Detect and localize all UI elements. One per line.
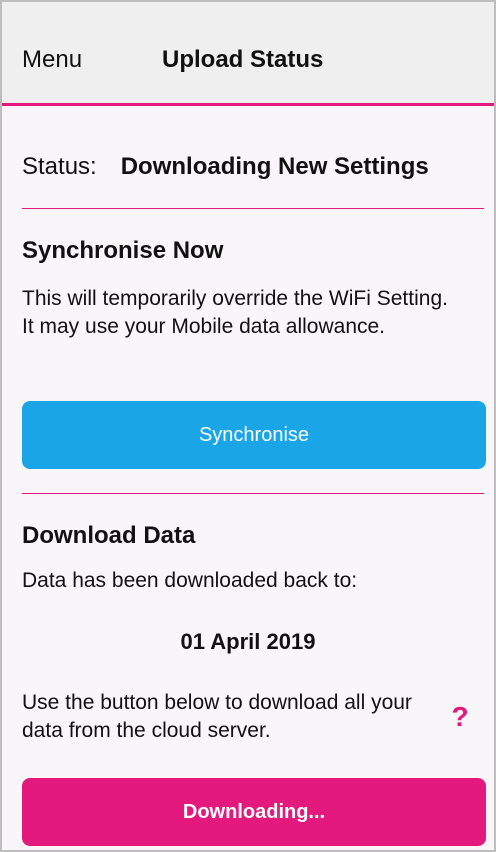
status-value: Downloading New Settings bbox=[120, 153, 429, 180]
download-section-title: Download Data bbox=[22, 522, 196, 549]
download-hint: Use the button below to download all you… bbox=[22, 691, 412, 742]
download-button[interactable]: Downloading... bbox=[22, 778, 486, 846]
navigation-bar: Menu Upload Status bbox=[2, 2, 494, 106]
divider bbox=[22, 208, 484, 209]
app-screen: Menu Upload Status Status: Downloading Ne… bbox=[0, 0, 496, 852]
help-icon[interactable]: ? bbox=[446, 701, 474, 733]
sync-description: This will temporarily override the WiFi … bbox=[22, 287, 448, 338]
content-scroll-area[interactable]: Status: Downloading New Settings Synchron… bbox=[2, 109, 494, 850]
sync-section-title: Synchronise Now bbox=[22, 237, 224, 264]
synchronise-button[interactable]: Synchronise bbox=[22, 401, 486, 469]
menu-button[interactable]: Menu bbox=[22, 46, 82, 74]
page-title: Upload Status bbox=[162, 46, 324, 73]
divider bbox=[22, 493, 484, 494]
download-info: Data has been downloaded back to: bbox=[22, 569, 358, 592]
download-date: 01 April 2019 bbox=[180, 629, 316, 654]
status-row: Status: Downloading New Settings bbox=[22, 153, 492, 181]
status-label: Status: bbox=[22, 153, 97, 180]
